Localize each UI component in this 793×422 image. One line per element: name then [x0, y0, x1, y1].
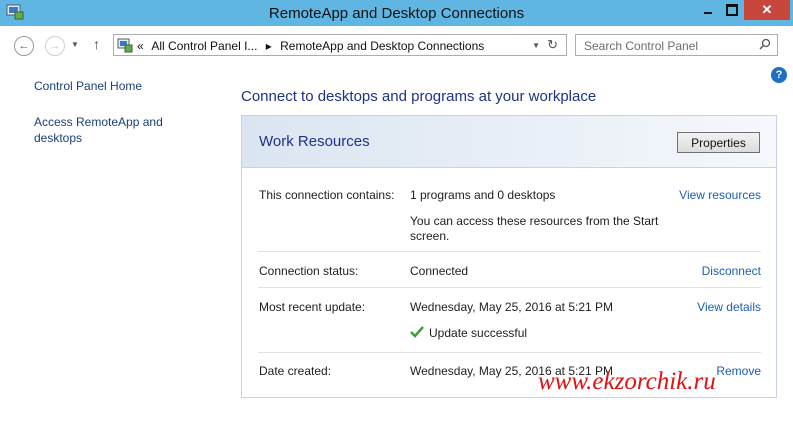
refresh-icon[interactable]: ↻: [547, 37, 558, 53]
sidebar-link-control-panel-home[interactable]: Control Panel Home: [34, 78, 204, 94]
divider: [258, 352, 761, 353]
recent-update-value: Wednesday, May 25, 2016 at 5:21 PM: [410, 300, 614, 314]
control-panel-window: RemoteApp and Desktop Connections ✕ ← → …: [0, 0, 793, 422]
maximize-icon: [726, 4, 738, 16]
forward-button[interactable]: →: [45, 36, 65, 56]
search-icon[interactable]: [759, 38, 771, 50]
breadcrumb-overflow[interactable]: «: [137, 39, 144, 53]
title-bar[interactable]: RemoteApp and Desktop Connections ✕: [0, 0, 793, 26]
recent-update-label: Most recent update:: [259, 300, 366, 314]
address-bar[interactable]: « All Control Panel I... ▸ RemoteApp and…: [113, 34, 567, 56]
connection-contains-value: 1 programs and 0 desktops: [410, 188, 556, 202]
connection-status-label: Connection status:: [259, 264, 359, 278]
breadcrumb-item-all-control-panel[interactable]: All Control Panel I...: [151, 39, 257, 53]
watermark-text: www.ekzorchik.ru: [538, 368, 716, 395]
work-resources-panel: Work Resources Properties This connectio…: [241, 115, 777, 398]
connection-contains-label: This connection contains:: [259, 188, 395, 202]
search-box[interactable]: Search Control Panel: [575, 34, 778, 56]
back-arrow-icon: ←: [18, 40, 30, 52]
properties-button[interactable]: Properties: [677, 132, 760, 153]
control-panel-icon: [117, 38, 133, 53]
divider: [258, 287, 761, 288]
maximize-button[interactable]: [720, 0, 744, 20]
address-dropdown-icon[interactable]: ▼: [532, 41, 540, 50]
breadcrumb: « All Control Panel I... ▸ RemoteApp and…: [137, 39, 489, 53]
checkmark-icon: [410, 326, 424, 338]
close-button[interactable]: ✕: [744, 0, 790, 20]
connection-status-value: Connected: [410, 264, 469, 278]
window-title: RemoteApp and Desktop Connections: [268, 5, 525, 22]
view-resources-link[interactable]: View resources: [679, 188, 761, 202]
back-button[interactable]: ←: [14, 36, 34, 56]
forward-arrow-icon: →: [49, 40, 61, 52]
panel-header: Work Resources Properties: [242, 116, 776, 168]
sidebar: Control Panel Home Access RemoteApp and …: [34, 78, 204, 166]
recent-pages-dropdown[interactable]: ▼: [71, 40, 79, 49]
remove-link[interactable]: Remove: [716, 364, 761, 378]
panel-title: Work Resources: [259, 133, 370, 150]
help-icon[interactable]: ?: [771, 67, 787, 83]
minimize-button[interactable]: [696, 0, 720, 20]
breadcrumb-item-remoteapp[interactable]: RemoteApp and Desktop Connections: [280, 39, 484, 53]
view-details-link[interactable]: View details: [697, 300, 761, 314]
navigation-bar: ← → ▼ ↑ « All Control Panel I... ▸ Remot…: [0, 26, 793, 64]
update-result-text: Update successful: [429, 326, 528, 340]
close-icon: ✕: [761, 2, 773, 17]
breadcrumb-separator-icon[interactable]: ▸: [266, 39, 272, 53]
page-title: Connect to desktops and programs at your…: [241, 88, 597, 105]
search-input[interactable]: Search Control Panel: [584, 39, 698, 53]
minimize-icon: [704, 12, 712, 14]
date-created-label: Date created:: [259, 364, 332, 378]
start-screen-note: You can access these resources from the …: [410, 214, 659, 243]
sidebar-link-access-remoteapp[interactable]: Access RemoteApp and desktops: [34, 114, 204, 146]
up-arrow-icon[interactable]: ↑: [93, 36, 100, 52]
divider: [258, 251, 761, 252]
disconnect-link[interactable]: Disconnect: [702, 264, 761, 278]
